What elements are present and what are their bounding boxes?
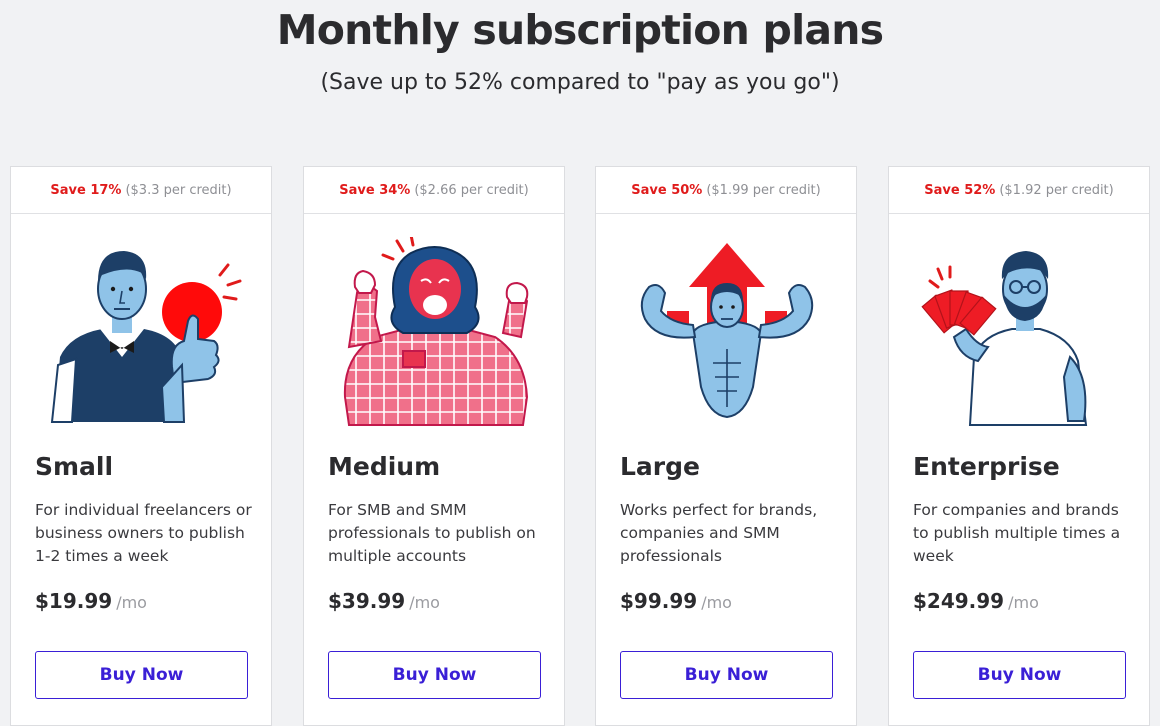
page-subtitle: (Save up to 52% compared to "pay as you … <box>320 70 840 95</box>
savings-percent: Save 52% <box>924 182 996 198</box>
savings-badge: Save 17% ($3.3 per credit) <box>11 167 271 214</box>
price-row: $99.99/mo <box>620 589 732 613</box>
per-credit-price: ($3.3 per credit) <box>125 182 232 198</box>
plan-description: For companies and brands to publish mult… <box>913 501 1121 565</box>
cheering-man-illustration <box>335 233 535 427</box>
plan-card-enterprise: Save 52% ($1.92 per credit) Enterprise F… <box>888 166 1150 726</box>
plan-description: Works perfect for brands, companies and … <box>620 501 818 565</box>
per-credit-price: ($2.66 per credit) <box>414 182 529 198</box>
buy-now-button[interactable]: Buy Now <box>328 651 541 699</box>
plan-card-medium: Save 34% ($2.66 per credit) Medium For S… <box>303 166 565 726</box>
plan-name: Medium <box>328 452 441 481</box>
per-credit-price: ($1.92 per credit) <box>999 182 1114 198</box>
price-period: /mo <box>116 593 147 612</box>
savings-percent: Save 50% <box>631 182 703 198</box>
plan-price: $249.99 <box>913 589 1005 613</box>
plan-card-large: Save 50% ($1.99 per credit) Large Works … <box>595 166 857 726</box>
page-title: Monthly subscription plans <box>276 6 884 54</box>
buy-now-button[interactable]: Buy Now <box>620 651 833 699</box>
buy-now-button[interactable]: Buy Now <box>35 651 248 699</box>
money-fan-man-illustration <box>920 237 1120 427</box>
plan-name: Enterprise <box>913 452 1060 481</box>
price-period: /mo <box>1008 593 1039 612</box>
savings-badge: Save 34% ($2.66 per credit) <box>304 167 564 214</box>
buy-now-button[interactable]: Buy Now <box>913 651 1126 699</box>
savings-percent: Save 34% <box>339 182 411 198</box>
savings-badge: Save 50% ($1.99 per credit) <box>596 167 856 214</box>
price-row: $39.99/mo <box>328 589 440 613</box>
plan-description: For individual freelancers or business o… <box>35 501 252 565</box>
price-period: /mo <box>701 593 732 612</box>
muscle-man-illustration <box>627 237 827 427</box>
plan-name: Small <box>35 452 114 481</box>
plan-cards: Save 17% ($3.3 per credit) Small For ind… <box>10 166 1152 726</box>
per-credit-price: ($1.99 per credit) <box>706 182 821 198</box>
plan-price: $99.99 <box>620 589 698 613</box>
plan-card-small: Save 17% ($3.3 per credit) Small For ind… <box>10 166 272 726</box>
plan-price: $19.99 <box>35 589 113 613</box>
plan-name: Large <box>620 452 700 481</box>
plan-description: For SMB and SMM professionals to publish… <box>328 501 536 565</box>
plan-price: $39.99 <box>328 589 406 613</box>
savings-badge: Save 52% ($1.92 per credit) <box>889 167 1149 214</box>
thumbs-up-man-illustration <box>42 237 242 427</box>
price-period: /mo <box>409 593 440 612</box>
price-row: $249.99/mo <box>913 589 1039 613</box>
savings-percent: Save 17% <box>50 182 122 198</box>
price-row: $19.99/mo <box>35 589 147 613</box>
